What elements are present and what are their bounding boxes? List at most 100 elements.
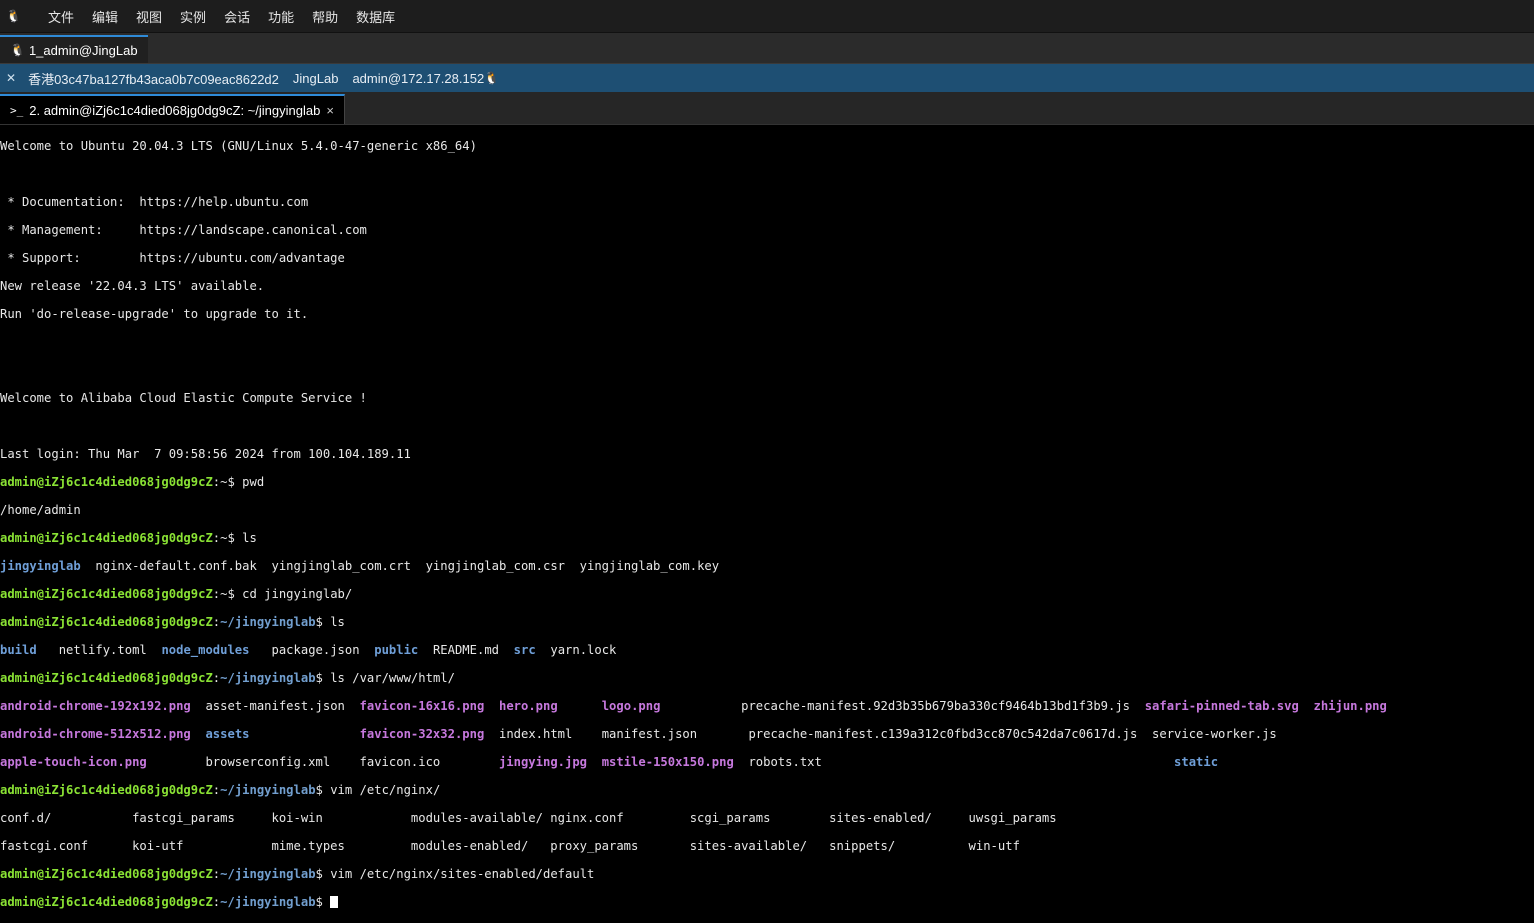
- prompt-path: ~/jingyinglab: [220, 895, 315, 909]
- image-entry: apple-touch-icon.png: [0, 755, 147, 769]
- menu-item-session[interactable]: 会话: [224, 7, 250, 26]
- terminal-line: * Management: https://landscape.canonica…: [0, 223, 1534, 237]
- terminal-line: New release '22.04.3 LTS' available.: [0, 279, 1534, 293]
- connection-info-bar: ✕ 香港03c47ba127fb43aca0b7c09eac8622d2 Jin…: [0, 64, 1534, 92]
- terminal-line: [0, 335, 1534, 349]
- terminal-line: * Support: https://ubuntu.com/advantage: [0, 251, 1534, 265]
- terminal-line: admin@iZj6c1c4died068jg0dg9cZ:~/jingying…: [0, 867, 1534, 881]
- prompt-user: admin@iZj6c1c4died068jg0dg9cZ: [0, 587, 213, 601]
- menu-item-database[interactable]: 数据库: [356, 7, 395, 26]
- terminal-output[interactable]: Welcome to Ubuntu 20.04.3 LTS (GNU/Linux…: [0, 125, 1534, 531]
- command: vim /etc/nginx/: [330, 783, 440, 797]
- prompt-user: admin@iZj6c1c4died068jg0dg9cZ: [0, 867, 213, 881]
- prompt-path: :~$: [213, 531, 242, 545]
- spacer: [191, 727, 206, 741]
- prompt-sep: :: [213, 671, 220, 685]
- terminal-line: [0, 167, 1534, 181]
- image-entry: favicon-32x32.png: [360, 727, 485, 741]
- prompt-sep: :: [213, 615, 220, 629]
- directory-entry: build: [0, 643, 37, 657]
- terminal-line: admin@iZj6c1c4died068jg0dg9cZ:~$ ls: [0, 531, 1534, 545]
- terminal-line: Welcome to Ubuntu 20.04.3 LTS (GNU/Linux…: [0, 139, 1534, 153]
- image-entry: safari-pinned-tab.svg: [1145, 699, 1299, 713]
- session-tab-bar: 🐧 1_admin@JingLab: [0, 33, 1534, 64]
- prompt-user: admin@iZj6c1c4died068jg0dg9cZ: [0, 671, 213, 685]
- session-tab-label: 1_admin@JingLab: [29, 43, 138, 58]
- file-entries: nginx-default.conf.bak yingjinglab_com.c…: [81, 559, 719, 573]
- tux-icon: 🐧: [10, 43, 25, 57]
- prompt-user: admin@iZj6c1c4died068jg0dg9cZ: [0, 783, 213, 797]
- host-address: admin@172.17.28.152: [352, 71, 484, 86]
- file-entries: browserconfig.xml favicon.ico: [147, 755, 499, 769]
- terminal-line: [0, 419, 1534, 433]
- terminal-line: admin@iZj6c1c4died068jg0dg9cZ:~/jingying…: [0, 671, 1534, 685]
- terminal-line: admin@iZj6c1c4died068jg0dg9cZ:~/jingying…: [0, 895, 1534, 909]
- terminal-line: Run 'do-release-upgrade' to upgrade to i…: [0, 307, 1534, 321]
- prompt-end: $: [316, 615, 331, 629]
- directory-entry: node_modules: [161, 643, 249, 657]
- prompt-path: ~/jingyinglab: [220, 867, 315, 881]
- menu-item-edit[interactable]: 编辑: [92, 7, 118, 26]
- close-icon[interactable]: ×: [326, 103, 334, 118]
- prompt-end: $: [316, 895, 331, 909]
- directory-entry: jingyinglab: [0, 559, 81, 573]
- terminal-tab[interactable]: >_ 2. admin@iZj6c1c4died068jg0dg9cZ: ~/j…: [0, 94, 345, 124]
- terminal-line: android-chrome-192x192.png asset-manifes…: [0, 699, 1534, 713]
- prompt-user: admin@iZj6c1c4died068jg0dg9cZ: [0, 615, 213, 629]
- file-entry: asset-manifest.json: [191, 699, 360, 713]
- menu-item-instance[interactable]: 实例: [180, 7, 206, 26]
- command: ls: [242, 531, 257, 545]
- prompt-path: :~$: [213, 475, 242, 489]
- prompt-path: ~/jingyinglab: [220, 615, 315, 629]
- image-entry: favicon-16x16.png: [360, 699, 485, 713]
- image-entry: hero.png: [499, 699, 558, 713]
- prompt-path: ~/jingyinglab: [220, 671, 315, 685]
- terminal-line: jingyinglab nginx-default.conf.bak yingj…: [0, 559, 1534, 573]
- prompt-path: ~/jingyinglab: [220, 783, 315, 797]
- prompt-sep: :: [213, 867, 220, 881]
- image-entry: jingying.jpg: [499, 755, 587, 769]
- menu-item-features[interactable]: 功能: [268, 7, 294, 26]
- directory-entry: static: [1174, 755, 1218, 769]
- terminal-line: admin@iZj6c1c4died068jg0dg9cZ:~$ pwd: [0, 475, 1534, 489]
- menu-item-view[interactable]: 视图: [136, 7, 162, 26]
- menu-item-help[interactable]: 帮助: [312, 7, 338, 26]
- directory-entry: public: [374, 643, 418, 657]
- tux-icon: 🐧: [484, 71, 499, 85]
- terminal-line: apple-touch-icon.png browserconfig.xml f…: [0, 755, 1534, 769]
- terminal-line: admin@iZj6c1c4died068jg0dg9cZ:~$ cd jing…: [0, 587, 1534, 601]
- prompt-sep: :: [213, 895, 220, 909]
- host-name: JingLab: [293, 71, 339, 86]
- terminal-line: /home/admin: [0, 503, 1534, 517]
- file-entry: precache-manifest.92d3b35b679ba330cf9464…: [660, 699, 1144, 713]
- image-entry: android-chrome-512x512.png: [0, 727, 191, 741]
- prompt-path: :~$: [213, 587, 242, 601]
- image-entry: logo.png: [602, 699, 661, 713]
- spacer: [558, 699, 602, 713]
- terminal-line: * Documentation: https://help.ubuntu.com: [0, 195, 1534, 209]
- terminal-tab-label: 2. admin@iZj6c1c4died068jg0dg9cZ: ~/jing…: [29, 103, 320, 118]
- terminal-line: Last login: Thu Mar 7 09:58:56 2024 from…: [0, 447, 1534, 461]
- command: pwd: [242, 475, 264, 489]
- terminal-line: [0, 363, 1534, 377]
- image-entry: android-chrome-192x192.png: [0, 699, 191, 713]
- close-icon[interactable]: ✕: [6, 71, 16, 85]
- terminal-line: conf.d/ fastcgi_params koi-win modules-a…: [0, 811, 1534, 825]
- terminal-tab-bar: >_ 2. admin@iZj6c1c4died068jg0dg9cZ: ~/j…: [0, 92, 1534, 125]
- session-tab[interactable]: 🐧 1_admin@JingLab: [0, 35, 148, 63]
- terminal-line: admin@iZj6c1c4died068jg0dg9cZ:~/jingying…: [0, 783, 1534, 797]
- file-entry: README.md: [418, 643, 513, 657]
- directory-entry: src: [514, 643, 536, 657]
- command: ls: [330, 615, 345, 629]
- terminal-icon: >_: [10, 104, 23, 117]
- prompt-sep: :: [213, 783, 220, 797]
- file-entry: netlify.toml: [37, 643, 162, 657]
- file-entry: yarn.lock: [536, 643, 617, 657]
- spacer: [250, 727, 360, 741]
- file-entries: robots.txt: [734, 755, 1174, 769]
- menu-item-file[interactable]: 文件: [48, 7, 74, 26]
- text-cursor: [330, 896, 338, 908]
- spacer: [587, 755, 602, 769]
- host-id: 香港03c47ba127fb43aca0b7c09eac8622d2: [28, 69, 279, 88]
- prompt-end: $: [316, 671, 331, 685]
